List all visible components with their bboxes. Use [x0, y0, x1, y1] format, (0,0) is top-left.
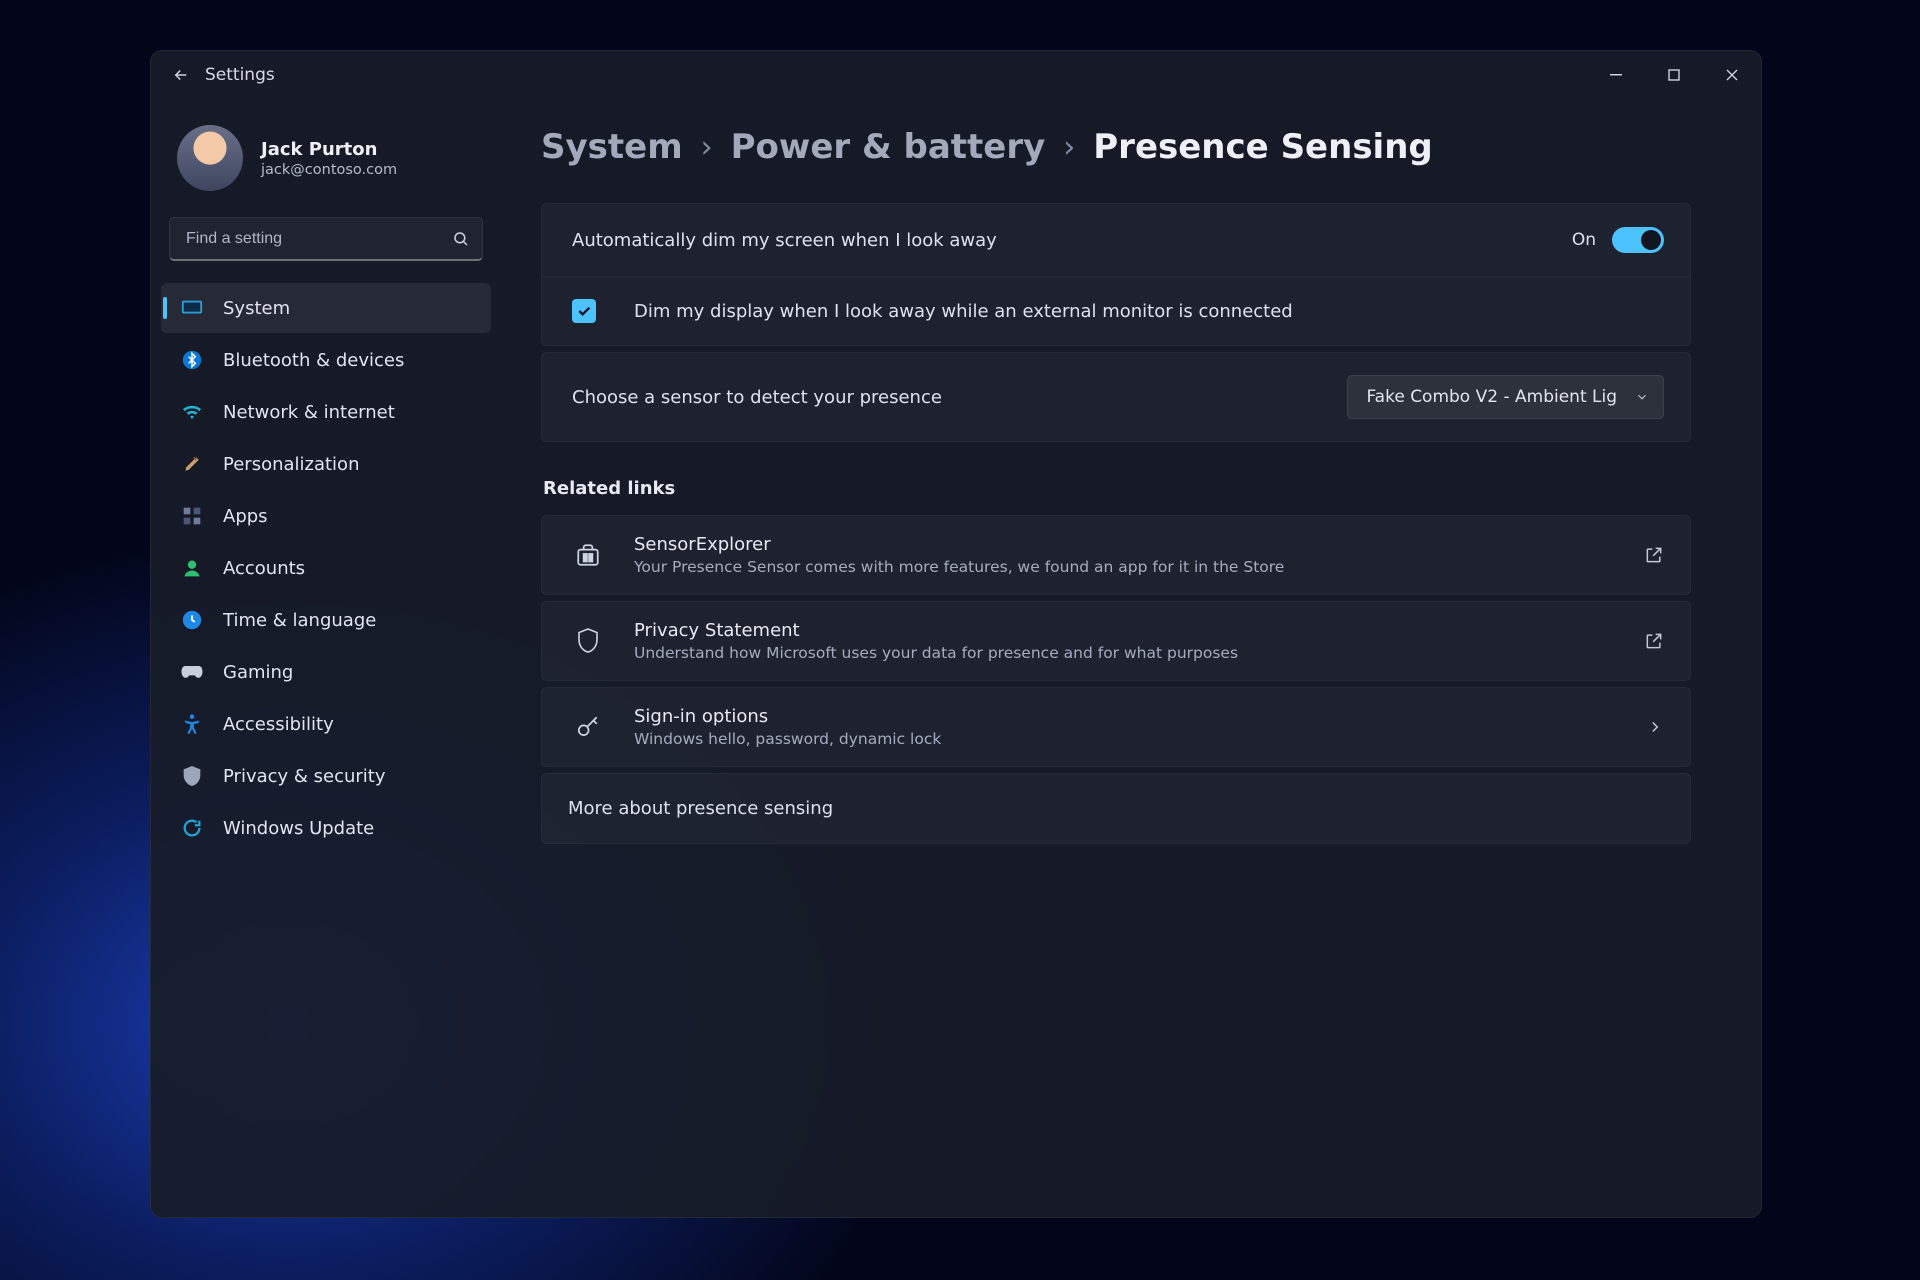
gamepad-icon [179, 663, 205, 681]
nav-list: System Bluetooth & devices Network & int… [161, 283, 491, 853]
sidebar-item-apps[interactable]: Apps [161, 491, 491, 541]
accessibility-icon [179, 713, 205, 735]
link-sensor-explorer[interactable]: SensorExplorer Your Presence Sensor come… [541, 515, 1691, 595]
store-icon [568, 542, 608, 568]
breadcrumb-current: Presence Sensing [1093, 127, 1433, 167]
link-subtitle: Windows hello, password, dynamic lock [634, 730, 1620, 748]
chevron-down-icon [1635, 390, 1649, 404]
sidebar-item-accounts[interactable]: Accounts [161, 543, 491, 593]
minimize-button[interactable] [1587, 51, 1645, 99]
check-icon [576, 303, 592, 319]
dim-external-checkbox[interactable] [572, 299, 596, 323]
sidebar-item-system[interactable]: System [161, 283, 491, 333]
search-icon [452, 230, 470, 248]
auto-dim-card: Automatically dim my screen when I look … [541, 203, 1691, 346]
sidebar-item-label: Personalization [223, 454, 359, 475]
dim-external-row: Dim my display when I look away while an… [542, 276, 1690, 345]
content-area: System › Power & battery › Presence Sens… [501, 99, 1761, 1217]
maximize-button[interactable] [1645, 51, 1703, 99]
link-title: Privacy Statement [634, 620, 1618, 641]
sidebar-item-network[interactable]: Network & internet [161, 387, 491, 437]
user-email: jack@contoso.com [261, 162, 397, 178]
sidebar-item-label: Bluetooth & devices [223, 350, 404, 371]
sidebar-item-label: Privacy & security [223, 766, 386, 787]
auto-dim-label: Automatically dim my screen when I look … [572, 230, 1572, 251]
wifi-icon [179, 403, 205, 421]
link-privacy-statement[interactable]: Privacy Statement Understand how Microso… [541, 601, 1691, 681]
auto-dim-row: Automatically dim my screen when I look … [542, 204, 1690, 276]
breadcrumb: System › Power & battery › Presence Sens… [541, 127, 1691, 167]
open-external-icon [1644, 545, 1664, 565]
sensor-select-card: Choose a sensor to detect your presence … [541, 352, 1691, 442]
link-title: SensorExplorer [634, 534, 1618, 555]
auto-dim-toggle[interactable] [1612, 227, 1664, 253]
sensor-dropdown-value: Fake Combo V2 - Ambient Lig [1366, 387, 1617, 407]
related-links-heading: Related links [543, 478, 1691, 499]
apps-icon [179, 506, 205, 526]
key-icon [568, 714, 608, 740]
sidebar-item-windows-update[interactable]: Windows Update [161, 803, 491, 853]
search-input[interactable] [186, 230, 452, 248]
user-name: Jack Purton [261, 139, 397, 160]
person-icon [179, 557, 205, 579]
settings-window: Settings Jack Purton jack@contoso.com [150, 50, 1762, 1218]
dim-external-label: Dim my display when I look away while an… [634, 301, 1293, 322]
open-external-icon [1644, 631, 1664, 651]
avatar [177, 125, 243, 191]
breadcrumb-power[interactable]: Power & battery [731, 127, 1046, 167]
update-icon [179, 817, 205, 839]
sidebar-item-gaming[interactable]: Gaming [161, 647, 491, 697]
shield-outline-icon [568, 627, 608, 655]
back-button[interactable] [161, 55, 201, 95]
sidebar-item-privacy[interactable]: Privacy & security [161, 751, 491, 801]
shield-icon [179, 765, 205, 787]
sidebar-item-label: Gaming [223, 662, 293, 683]
sensor-dropdown[interactable]: Fake Combo V2 - Ambient Lig [1347, 375, 1664, 419]
clock-icon [179, 609, 205, 631]
toggle-state-label: On [1572, 230, 1596, 250]
link-subtitle: Understand how Microsoft uses your data … [634, 644, 1618, 662]
link-title: Sign-in options [634, 706, 1620, 727]
chevron-right-icon: › [1063, 130, 1075, 165]
sidebar-item-label: Accounts [223, 558, 305, 579]
sidebar-item-bluetooth[interactable]: Bluetooth & devices [161, 335, 491, 385]
sensor-select-label: Choose a sensor to detect your presence [572, 387, 1347, 408]
profile-block[interactable]: Jack Purton jack@contoso.com [161, 111, 491, 217]
titlebar: Settings [151, 51, 1761, 99]
sidebar-item-time-language[interactable]: Time & language [161, 595, 491, 645]
link-signin-options[interactable]: Sign-in options Windows hello, password,… [541, 687, 1691, 767]
sidebar-item-label: Apps [223, 506, 268, 527]
sidebar-item-accessibility[interactable]: Accessibility [161, 699, 491, 749]
close-button[interactable] [1703, 51, 1761, 99]
paintbrush-icon [179, 453, 205, 475]
chevron-right-icon [1646, 718, 1664, 736]
sidebar-item-label: System [223, 298, 290, 319]
sidebar-item-label: Time & language [223, 610, 376, 631]
sidebar-item-label: Windows Update [223, 818, 374, 839]
arrow-left-icon [172, 66, 190, 84]
more-about-label: More about presence sensing [568, 798, 833, 819]
breadcrumb-system[interactable]: System [541, 127, 683, 167]
sidebar-item-personalization[interactable]: Personalization [161, 439, 491, 489]
link-subtitle: Your Presence Sensor comes with more fea… [634, 558, 1618, 576]
search-box[interactable] [169, 217, 483, 261]
chevron-right-icon: › [701, 130, 713, 165]
maximize-icon [1668, 69, 1680, 81]
display-icon [179, 299, 205, 317]
sidebar-item-label: Accessibility [223, 714, 334, 735]
bluetooth-icon [179, 349, 205, 371]
sidebar: Jack Purton jack@contoso.com [151, 99, 501, 1217]
link-more-about[interactable]: More about presence sensing [541, 773, 1691, 844]
window-title: Settings [205, 65, 275, 85]
minimize-icon [1610, 69, 1622, 81]
close-icon [1726, 69, 1738, 81]
sidebar-item-label: Network & internet [223, 402, 395, 423]
